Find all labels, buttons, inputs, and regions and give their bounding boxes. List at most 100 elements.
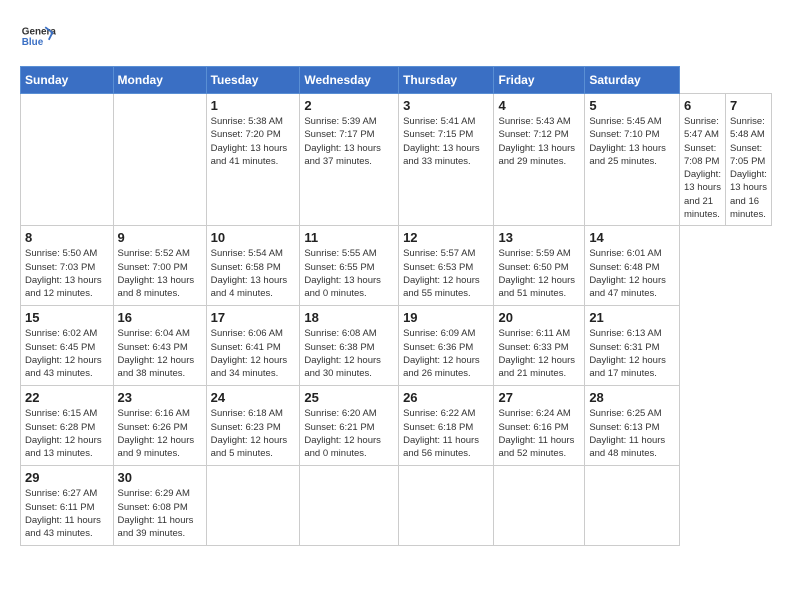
- day-number: 13: [498, 230, 580, 245]
- day-cell-22: 22 Sunrise: 6:15 AMSunset: 6:28 PMDayligh…: [21, 386, 114, 466]
- day-number: 5: [589, 98, 675, 113]
- day-cell-13: 13 Sunrise: 5:59 AMSunset: 6:50 PMDayligh…: [494, 226, 585, 306]
- day-info: Sunrise: 6:18 AMSunset: 6:23 PMDaylight:…: [211, 407, 296, 460]
- day-cell-25: 25 Sunrise: 6:20 AMSunset: 6:21 PMDayligh…: [300, 386, 399, 466]
- empty-cell: [585, 466, 680, 546]
- day-cell-27: 27Sunrise: 6:24 AMSunset: 6:16 PMDayligh…: [494, 386, 585, 466]
- day-number: 7: [730, 98, 767, 113]
- day-info: Sunrise: 6:06 AMSunset: 6:41 PMDaylight:…: [211, 327, 296, 380]
- empty-cell: [300, 466, 399, 546]
- day-cell-23: 23 Sunrise: 6:16 AMSunset: 6:26 PMDayligh…: [113, 386, 206, 466]
- day-number: 19: [403, 310, 489, 325]
- day-info: Sunrise: 6:27 AMSunset: 6:11 PMDaylight:…: [25, 487, 109, 540]
- day-cell-18: 18 Sunrise: 6:08 AMSunset: 6:38 PMDayligh…: [300, 306, 399, 386]
- day-info: Sunrise: 6:09 AMSunset: 6:36 PMDaylight:…: [403, 327, 489, 380]
- weekday-header-friday: Friday: [494, 67, 585, 94]
- day-info: Sunrise: 5:57 AMSunset: 6:53 PMDaylight:…: [403, 247, 489, 300]
- weekday-header-wednesday: Wednesday: [300, 67, 399, 94]
- day-info: Sunrise: 5:47 AMSunset: 7:08 PMDaylight:…: [684, 115, 721, 221]
- svg-text:Blue: Blue: [22, 37, 44, 48]
- day-cell-29: 29 Sunrise: 6:27 AMSunset: 6:11 PMDayligh…: [21, 466, 114, 546]
- day-number: 28: [589, 390, 675, 405]
- week-row-2: 8 Sunrise: 5:50 AMSunset: 7:03 PMDaylight…: [21, 226, 772, 306]
- day-info: Sunrise: 6:25 AMSunset: 6:13 PMDaylight:…: [589, 407, 675, 460]
- day-cell-4: 4Sunrise: 5:43 AMSunset: 7:12 PMDaylight…: [494, 94, 585, 226]
- day-number: 15: [25, 310, 109, 325]
- day-cell-5: 5 Sunrise: 5:45 AMSunset: 7:10 PMDaylight…: [585, 94, 680, 226]
- day-cell-1: 1 Sunrise: 5:38 AMSunset: 7:20 PMDaylight…: [206, 94, 300, 226]
- calendar-table: SundayMondayTuesdayWednesdayThursdayFrid…: [20, 66, 772, 546]
- weekday-header-tuesday: Tuesday: [206, 67, 300, 94]
- day-cell-15: 15 Sunrise: 6:02 AMSunset: 6:45 PMDayligh…: [21, 306, 114, 386]
- day-cell-11: 11 Sunrise: 5:55 AMSunset: 6:55 PMDayligh…: [300, 226, 399, 306]
- day-number: 18: [304, 310, 394, 325]
- day-cell-8: 8 Sunrise: 5:50 AMSunset: 7:03 PMDaylight…: [21, 226, 114, 306]
- day-cell-16: 16Sunrise: 6:04 AMSunset: 6:43 PMDayligh…: [113, 306, 206, 386]
- day-number: 22: [25, 390, 109, 405]
- day-info: Sunrise: 6:08 AMSunset: 6:38 PMDaylight:…: [304, 327, 394, 380]
- day-info: Sunrise: 5:39 AMSunset: 7:17 PMDaylight:…: [304, 115, 394, 168]
- day-number: 3: [403, 98, 489, 113]
- day-info: Sunrise: 5:59 AMSunset: 6:50 PMDaylight:…: [498, 247, 580, 300]
- weekday-header-sunday: Sunday: [21, 67, 114, 94]
- day-number: 1: [211, 98, 296, 113]
- day-number: 6: [684, 98, 721, 113]
- day-number: 14: [589, 230, 675, 245]
- weekday-header-thursday: Thursday: [399, 67, 494, 94]
- day-info: Sunrise: 5:41 AMSunset: 7:15 PMDaylight:…: [403, 115, 489, 168]
- week-row-1: 1 Sunrise: 5:38 AMSunset: 7:20 PMDaylight…: [21, 94, 772, 226]
- day-cell-2: 2 Sunrise: 5:39 AMSunset: 7:17 PMDaylight…: [300, 94, 399, 226]
- day-cell-17: 17 Sunrise: 6:06 AMSunset: 6:41 PMDayligh…: [206, 306, 300, 386]
- empty-cell: [21, 94, 114, 226]
- day-number: 9: [118, 230, 202, 245]
- day-number: 26: [403, 390, 489, 405]
- day-cell-30: 30Sunrise: 6:29 AMSunset: 6:08 PMDayligh…: [113, 466, 206, 546]
- day-info: Sunrise: 5:55 AMSunset: 6:55 PMDaylight:…: [304, 247, 394, 300]
- day-cell-28: 28 Sunrise: 6:25 AMSunset: 6:13 PMDayligh…: [585, 386, 680, 466]
- day-info: Sunrise: 5:43 AMSunset: 7:12 PMDaylight:…: [498, 115, 580, 168]
- day-info: Sunrise: 6:02 AMSunset: 6:45 PMDaylight:…: [25, 327, 109, 380]
- empty-cell: [206, 466, 300, 546]
- weekday-header-row: SundayMondayTuesdayWednesdayThursdayFrid…: [21, 67, 772, 94]
- day-number: 20: [498, 310, 580, 325]
- day-number: 17: [211, 310, 296, 325]
- day-number: 29: [25, 470, 109, 485]
- empty-cell: [113, 94, 206, 226]
- logo: General Blue: [20, 20, 62, 56]
- day-info: Sunrise: 6:11 AMSunset: 6:33 PMDaylight:…: [498, 327, 580, 380]
- page-header: General Blue: [20, 20, 772, 56]
- weekday-header-saturday: Saturday: [585, 67, 680, 94]
- day-info: Sunrise: 5:45 AMSunset: 7:10 PMDaylight:…: [589, 115, 675, 168]
- day-info: Sunrise: 5:54 AMSunset: 6:58 PMDaylight:…: [211, 247, 296, 300]
- day-number: 21: [589, 310, 675, 325]
- logo-icon: General Blue: [20, 20, 56, 56]
- day-number: 8: [25, 230, 109, 245]
- day-info: Sunrise: 5:38 AMSunset: 7:20 PMDaylight:…: [211, 115, 296, 168]
- day-info: Sunrise: 6:16 AMSunset: 6:26 PMDaylight:…: [118, 407, 202, 460]
- day-cell-9: 9 Sunrise: 5:52 AMSunset: 7:00 PMDaylight…: [113, 226, 206, 306]
- day-info: Sunrise: 6:24 AMSunset: 6:16 PMDaylight:…: [498, 407, 580, 460]
- day-info: Sunrise: 6:13 AMSunset: 6:31 PMDaylight:…: [589, 327, 675, 380]
- day-cell-26: 26 Sunrise: 6:22 AMSunset: 6:18 PMDayligh…: [399, 386, 494, 466]
- day-info: Sunrise: 6:04 AMSunset: 6:43 PMDaylight:…: [118, 327, 202, 380]
- day-number: 25: [304, 390, 394, 405]
- day-number: 11: [304, 230, 394, 245]
- day-cell-3: 3 Sunrise: 5:41 AMSunset: 7:15 PMDaylight…: [399, 94, 494, 226]
- week-row-5: 29 Sunrise: 6:27 AMSunset: 6:11 PMDayligh…: [21, 466, 772, 546]
- day-cell-7: 7 Sunrise: 5:48 AMSunset: 7:05 PMDaylight…: [725, 94, 771, 226]
- day-info: Sunrise: 6:22 AMSunset: 6:18 PMDaylight:…: [403, 407, 489, 460]
- day-number: 10: [211, 230, 296, 245]
- day-info: Sunrise: 5:52 AMSunset: 7:00 PMDaylight:…: [118, 247, 202, 300]
- day-cell-12: 12Sunrise: 5:57 AMSunset: 6:53 PMDayligh…: [399, 226, 494, 306]
- day-cell-24: 24 Sunrise: 6:18 AMSunset: 6:23 PMDayligh…: [206, 386, 300, 466]
- day-number: 24: [211, 390, 296, 405]
- day-info: Sunrise: 5:50 AMSunset: 7:03 PMDaylight:…: [25, 247, 109, 300]
- day-info: Sunrise: 6:01 AMSunset: 6:48 PMDaylight:…: [589, 247, 675, 300]
- day-info: Sunrise: 5:48 AMSunset: 7:05 PMDaylight:…: [730, 115, 767, 221]
- day-number: 2: [304, 98, 394, 113]
- day-number: 30: [118, 470, 202, 485]
- day-info: Sunrise: 6:15 AMSunset: 6:28 PMDaylight:…: [25, 407, 109, 460]
- day-number: 23: [118, 390, 202, 405]
- day-cell-10: 10 Sunrise: 5:54 AMSunset: 6:58 PMDayligh…: [206, 226, 300, 306]
- day-info: Sunrise: 6:20 AMSunset: 6:21 PMDaylight:…: [304, 407, 394, 460]
